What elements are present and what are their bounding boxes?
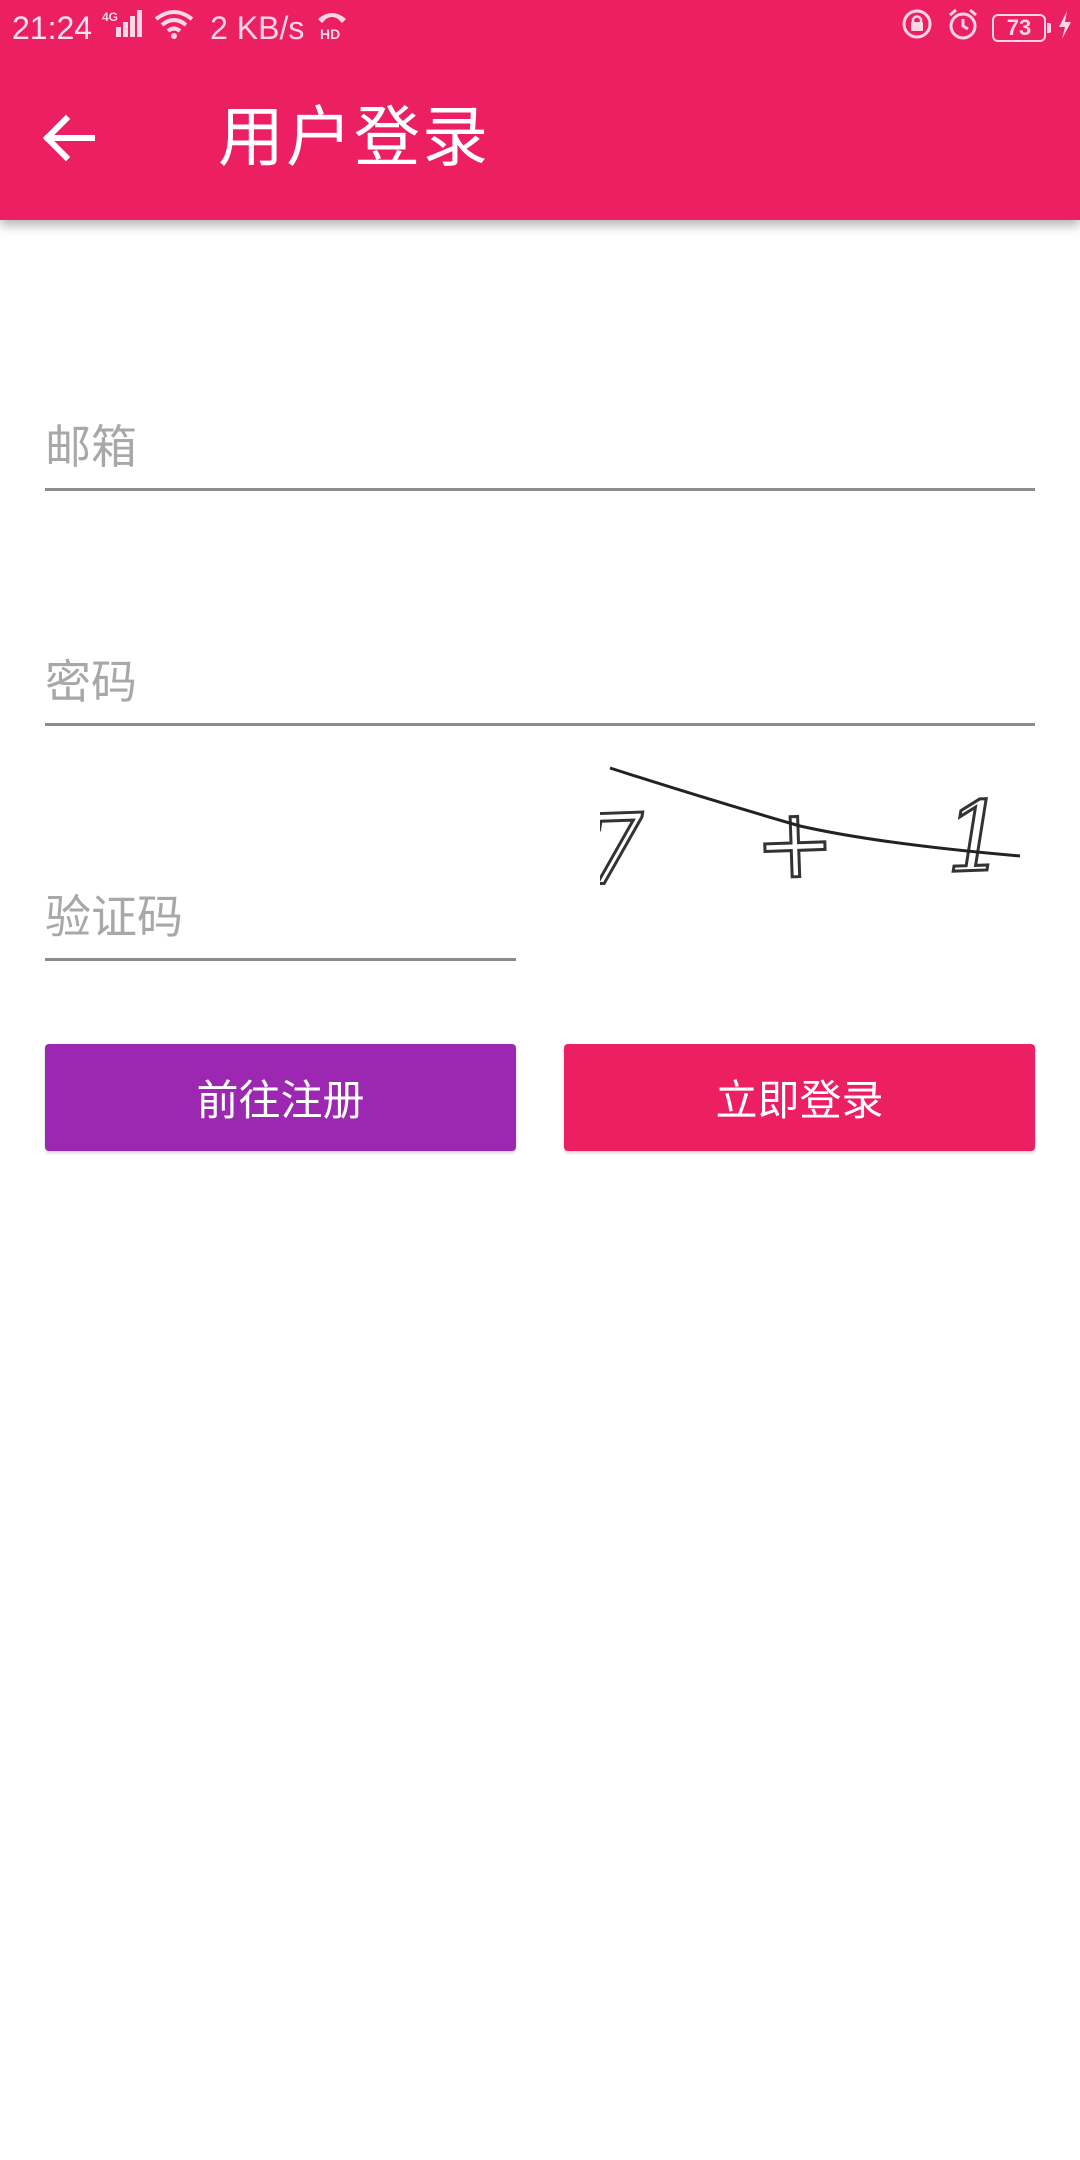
back-button[interactable] xyxy=(40,103,130,173)
rotation-lock-icon xyxy=(900,7,934,49)
net-speed: 2 KB/s xyxy=(210,9,305,46)
app-bar: 21:24 4G 2 KB/s HD 73 用户登录 xyxy=(0,0,1080,220)
status-bar: 21:24 4G 2 KB/s HD 73 xyxy=(0,0,1080,55)
wifi-icon xyxy=(154,9,194,47)
email-field[interactable] xyxy=(45,375,1035,491)
status-left: 21:24 4G 2 KB/s HD xyxy=(12,8,350,48)
cellular-signal-icon: 4G xyxy=(102,9,144,47)
captcha-image[interactable]: 7 + 1 xyxy=(580,750,1050,910)
charging-icon xyxy=(1058,10,1072,47)
battery-icon: 73 xyxy=(992,14,1051,42)
hd-call-icon: HD xyxy=(314,7,350,49)
arrow-back-icon xyxy=(42,114,95,162)
password-field[interactable] xyxy=(45,610,1035,726)
captcha-text: 7 + 1 xyxy=(600,779,1030,907)
alarm-icon xyxy=(946,7,980,49)
svg-text:HD: HD xyxy=(320,26,340,41)
captcha-input[interactable] xyxy=(45,890,516,944)
login-button[interactable]: 立即登录 xyxy=(564,1044,1035,1151)
page-title: 用户登录 xyxy=(218,99,490,176)
register-button[interactable]: 前往注册 xyxy=(45,1044,516,1151)
email-input[interactable] xyxy=(45,420,1035,474)
status-right: 73 xyxy=(900,8,1072,48)
status-time: 21:24 xyxy=(12,9,93,46)
network-type-label: 4G xyxy=(102,10,118,24)
captcha-field[interactable] xyxy=(45,845,516,961)
toolbar: 用户登录 xyxy=(0,55,1080,220)
password-input[interactable] xyxy=(45,655,1035,709)
